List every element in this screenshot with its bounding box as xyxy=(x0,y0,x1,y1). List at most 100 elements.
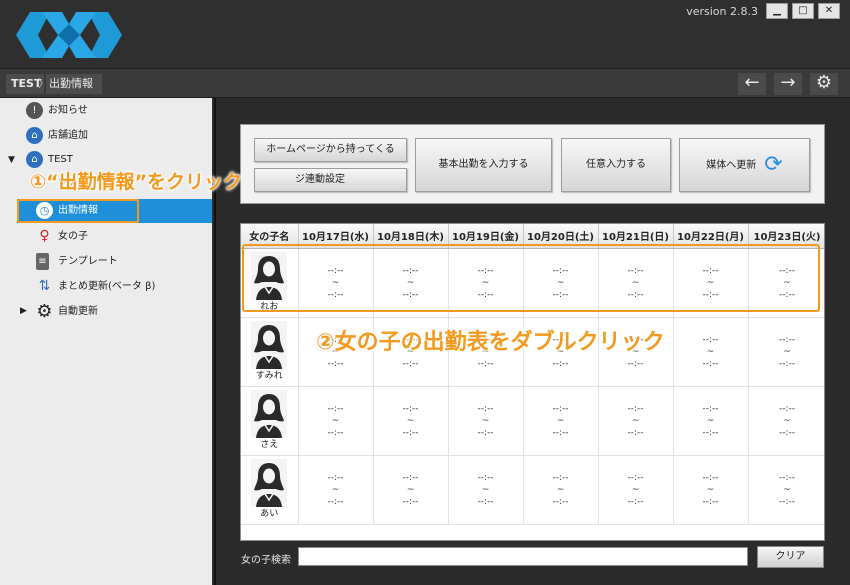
girl-schedule-row[interactable]: さえ --:-- ~ --:-- --:-- ~ --:-- --:-- ~ --:-- --:--… xyxy=(241,386,824,456)
shift-end-time: --:-- xyxy=(702,427,719,438)
sidebar-item-label: テンプレート xyxy=(58,256,118,267)
shift-cell[interactable]: --:-- ~ --:-- xyxy=(673,386,749,456)
girl-schedule-row[interactable]: あい --:-- ~ --:-- --:-- ~ --:-- --:-- ~ --:-- --:--… xyxy=(241,455,824,525)
girl-avatar-icon xyxy=(251,459,288,507)
breadcrumb-current[interactable]: 出勤情報 xyxy=(46,74,102,94)
shift-cell[interactable]: --:-- ~ --:-- xyxy=(748,386,824,456)
settings-gear-icon[interactable]: ⚙ xyxy=(810,73,838,95)
annotation-step-1: ①“出勤情報”をクリック xyxy=(30,171,243,193)
shift-separator: ~ xyxy=(556,415,565,426)
close-button[interactable]: ✕ xyxy=(818,3,840,19)
link-settings-button[interactable]: ジ連動設定 xyxy=(254,168,407,192)
shift-separator: ~ xyxy=(331,484,340,495)
toolbar-panel: ホームページから持ってくる ジ連動設定 基本出勤を入力する 任意入力する 媒体へ… xyxy=(240,124,825,204)
shift-start-time: --:-- xyxy=(402,403,419,414)
minimize-button[interactable]: ▁ xyxy=(766,3,788,19)
shift-cell[interactable]: --:-- ~ --:-- xyxy=(673,455,749,525)
girl-name-cell[interactable]: あい xyxy=(241,455,299,525)
shift-end-time: --:-- xyxy=(552,496,569,507)
shift-start-time: --:-- xyxy=(778,403,796,414)
shift-separator: ~ xyxy=(706,346,715,357)
girl-name-cell[interactable]: すみれ xyxy=(241,317,299,387)
maximize-button[interactable]: □ xyxy=(792,3,814,19)
version-label: version 2.8.3 xyxy=(686,5,758,18)
shift-end-time: --:-- xyxy=(778,427,796,438)
shift-separator: ~ xyxy=(406,415,415,426)
shift-start-time: --:-- xyxy=(778,334,796,345)
shift-cell[interactable]: --:-- ~ --:-- xyxy=(523,455,599,525)
annotation-step-2: ②女の子の出勤表をダブルクリック xyxy=(316,330,665,355)
gear-icon: ⚙ xyxy=(36,301,53,322)
shift-end-time: --:-- xyxy=(327,496,344,507)
row-annotation-outline xyxy=(242,244,820,312)
shift-start-time: --:-- xyxy=(402,472,419,483)
clear-button[interactable]: クリア xyxy=(757,546,824,568)
shift-cell[interactable]: --:-- ~ --:-- xyxy=(373,455,449,525)
shift-separator: ~ xyxy=(406,484,415,495)
shift-start-time: --:-- xyxy=(327,403,344,414)
fetch-homepage-button[interactable]: ホームページから持ってくる xyxy=(254,138,407,162)
shift-separator: ~ xyxy=(481,415,490,426)
shift-separator: ~ xyxy=(331,415,340,426)
sidebar-item-label: 自動更新 xyxy=(58,306,98,317)
store-home-icon: ⌂ xyxy=(26,151,43,168)
girl-avatar-icon xyxy=(251,321,288,369)
basic-shift-button[interactable]: 基本出勤を入力する xyxy=(415,138,552,192)
girl-avatar-icon xyxy=(251,390,288,438)
shift-cell[interactable]: --:-- ~ --:-- xyxy=(673,317,749,387)
app-window: version 2.8.3 ▁ □ ✕ TEST 〉 出勤情報 ← → ⚙ ! … xyxy=(0,0,850,585)
girl-name: あい xyxy=(260,509,279,519)
shift-end-time: --:-- xyxy=(477,427,494,438)
update-media-button[interactable]: 媒体へ更新 ⟳ xyxy=(679,138,810,192)
shift-end-time: --:-- xyxy=(778,358,796,369)
shift-separator: ~ xyxy=(631,415,640,426)
shift-cell[interactable]: --:-- ~ --:-- xyxy=(448,386,524,456)
shift-end-time: --:-- xyxy=(778,496,796,507)
update-media-label: 媒体へ更新 xyxy=(706,160,757,171)
shift-end-time: --:-- xyxy=(402,496,419,507)
shift-cell[interactable]: --:-- ~ --:-- xyxy=(523,386,599,456)
shift-separator: ~ xyxy=(631,484,640,495)
shift-separator: ~ xyxy=(783,484,791,495)
shift-start-time: --:-- xyxy=(702,334,719,345)
sidebar-annotation-outline xyxy=(17,199,139,223)
shift-cell[interactable]: --:-- ~ --:-- xyxy=(448,455,524,525)
girl-name-cell[interactable]: さえ xyxy=(241,386,299,456)
shift-cell[interactable]: --:-- ~ --:-- xyxy=(748,317,824,387)
shift-end-time: --:-- xyxy=(552,358,569,369)
shift-start-time: --:-- xyxy=(477,403,494,414)
shift-end-time: --:-- xyxy=(627,358,644,369)
back-arrow-icon[interactable]: ← xyxy=(738,73,766,95)
collapse-arrow-icon[interactable]: ▶ xyxy=(20,306,27,316)
shift-end-time: --:-- xyxy=(327,358,344,369)
template-icon: ≡ xyxy=(36,253,49,270)
app-logo xyxy=(16,12,122,58)
shift-end-time: --:-- xyxy=(477,496,494,507)
sidebar-item-label: 女の子 xyxy=(58,231,88,242)
shift-cell[interactable]: --:-- ~ --:-- xyxy=(748,455,824,525)
forward-arrow-icon[interactable]: → xyxy=(774,73,802,95)
shift-cell[interactable]: --:-- ~ --:-- xyxy=(298,386,374,456)
manual-input-button[interactable]: 任意入力する xyxy=(561,138,671,192)
shift-separator: ~ xyxy=(481,484,490,495)
expand-arrow-icon[interactable]: ▼ xyxy=(8,155,15,165)
shift-start-time: --:-- xyxy=(627,472,644,483)
refresh-icon: ⟳ xyxy=(764,152,783,177)
shift-start-time: --:-- xyxy=(477,472,494,483)
shift-cell[interactable]: --:-- ~ --:-- xyxy=(598,455,674,525)
shift-start-time: --:-- xyxy=(627,403,644,414)
girl-icon: ♀ xyxy=(39,228,50,244)
shift-start-time: --:-- xyxy=(778,472,796,483)
shift-start-time: --:-- xyxy=(702,472,719,483)
shift-cell[interactable]: --:-- ~ --:-- xyxy=(598,386,674,456)
sidebar-item-label: 店舗追加 xyxy=(48,130,88,141)
title-bar: version 2.8.3 ▁ □ ✕ xyxy=(0,0,850,68)
shift-end-time: --:-- xyxy=(627,496,644,507)
girl-search-input[interactable] xyxy=(298,547,748,566)
sidebar-item-label: まとめ更新(ベータ β) xyxy=(58,281,156,292)
shift-cell[interactable]: --:-- ~ --:-- xyxy=(373,386,449,456)
shift-cell[interactable]: --:-- ~ --:-- xyxy=(298,455,374,525)
shift-end-time: --:-- xyxy=(477,358,494,369)
shift-end-time: --:-- xyxy=(552,427,569,438)
shift-end-time: --:-- xyxy=(327,427,344,438)
